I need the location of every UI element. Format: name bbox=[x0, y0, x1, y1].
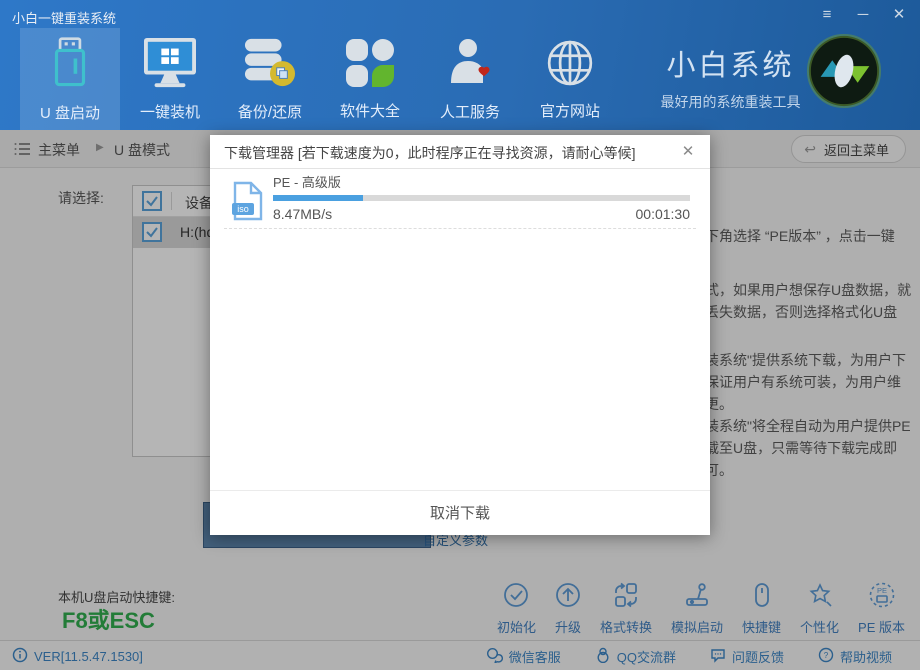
download-progress-fill bbox=[273, 195, 363, 201]
dialog-title-bar: 下载管理器 [若下载速度为0，此时程序正在寻找资源，请耐心等候] ✕ bbox=[210, 135, 710, 169]
dashed-divider bbox=[224, 228, 696, 229]
monitor-icon bbox=[143, 37, 197, 94]
main-nav: U 盘启动 一键装机 bbox=[20, 28, 620, 130]
nav-label: 一键装机 bbox=[140, 101, 200, 122]
nav-label: 人工服务 bbox=[440, 101, 500, 122]
nav-label: U 盘启动 bbox=[40, 102, 100, 123]
window-controls: ≡ ─ ✕ bbox=[816, 4, 910, 26]
close-icon[interactable]: ✕ bbox=[888, 4, 910, 26]
nav-label: 官方网站 bbox=[540, 100, 600, 121]
download-file-name: PE - 高级版 bbox=[273, 172, 341, 191]
nav-item-one-click-install[interactable]: 一键装机 bbox=[120, 28, 220, 130]
brand-tagline: 最好用的系统重装工具 bbox=[648, 92, 813, 112]
download-time-remaining: 00:01:30 bbox=[636, 206, 691, 222]
nav-item-website[interactable]: 官方网站 bbox=[520, 28, 620, 130]
app-title: 小白一键重装系统 bbox=[12, 8, 116, 27]
dialog-title: 下载管理器 [若下载速度为0，此时程序正在寻找资源，请耐心等候] bbox=[224, 143, 635, 163]
globe-icon bbox=[545, 38, 595, 93]
nav-item-backup-restore[interactable]: 备份/还原 bbox=[220, 28, 320, 130]
backup-disks-icon bbox=[243, 37, 297, 94]
download-manager-dialog: 下载管理器 [若下载速度为0，此时程序正在寻找资源，请耐心等候] ✕ iso P… bbox=[210, 135, 710, 535]
nav-item-software[interactable]: 软件大全 bbox=[320, 28, 420, 130]
download-speed: 8.47MB/s bbox=[273, 206, 332, 222]
minimize-icon[interactable]: ─ bbox=[852, 4, 874, 26]
nav-label: 备份/还原 bbox=[238, 101, 302, 122]
download-progress-bar bbox=[273, 195, 690, 201]
cancel-download-button[interactable]: 取消下载 bbox=[210, 491, 710, 536]
brand-logo-icon bbox=[805, 32, 883, 110]
iso-badge-text: iso bbox=[237, 204, 249, 214]
menu-icon[interactable]: ≡ bbox=[816, 4, 838, 26]
nav-label: 软件大全 bbox=[340, 100, 400, 121]
iso-file-icon: iso bbox=[232, 181, 264, 226]
dialog-footer: 取消下载 bbox=[210, 490, 710, 535]
brand: 小白系统 最好用的系统重装工具 bbox=[648, 42, 813, 112]
app-window: 小白一键重装系统 ≡ ─ ✕ U 盘启动 bbox=[0, 0, 920, 670]
person-heart-icon bbox=[447, 37, 493, 94]
header: 小白一键重装系统 ≡ ─ ✕ U 盘启动 bbox=[0, 0, 920, 130]
dialog-close-icon[interactable]: ✕ bbox=[678, 142, 698, 162]
nav-item-usb-boot[interactable]: U 盘启动 bbox=[20, 28, 120, 130]
brand-name: 小白系统 bbox=[648, 42, 813, 84]
usb-drive-icon bbox=[47, 36, 93, 95]
clover-apps-icon bbox=[345, 38, 395, 93]
nav-item-support[interactable]: 人工服务 bbox=[420, 28, 520, 130]
